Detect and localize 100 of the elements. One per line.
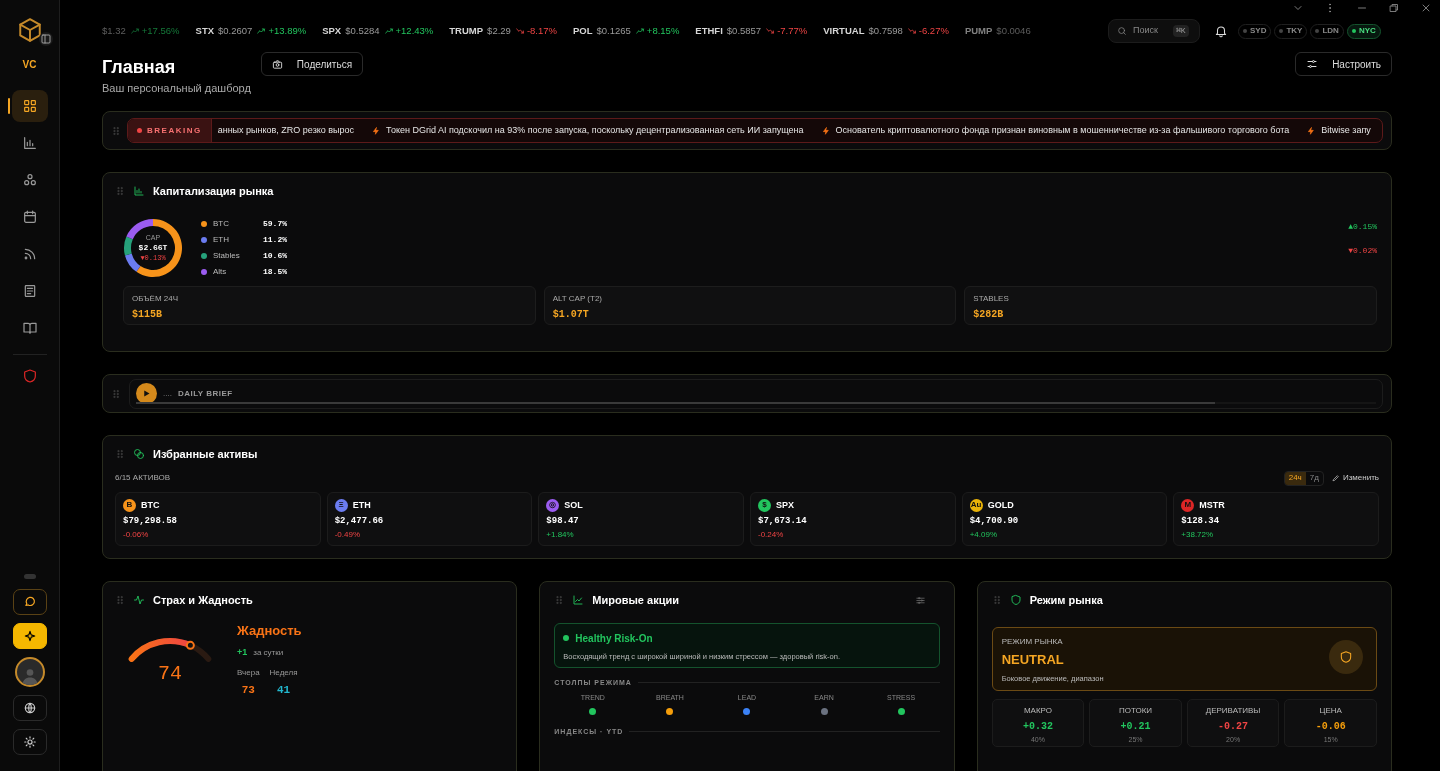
bell-icon[interactable]: [1214, 24, 1228, 38]
asset-card[interactable]: ◎ SOL $98.47 +1.84%: [538, 491, 744, 546]
asset-card[interactable]: Ξ ETH $2,477.66 -0.49%: [326, 491, 533, 546]
history-label: Неделя: [269, 666, 298, 679]
search-icon: [1117, 26, 1127, 36]
asset-badge: Ξ: [334, 498, 348, 512]
ticker-change: -6.27%: [918, 23, 949, 38]
headline-link[interactable]: анных рынков, ZRO резко вырос: [217, 123, 355, 138]
asset-card[interactable]: $ SPX $7,673.14 -0.24%: [750, 491, 956, 546]
dashboard-icon: [21, 98, 38, 114]
page-subtitle: Ваш персональный дашборд: [102, 81, 251, 96]
asset-card[interactable]: B BTC $79,298.58 -0.06%: [115, 491, 321, 546]
card-title: Избранные активы: [153, 447, 258, 462]
edit-button[interactable]: Изменить: [1331, 472, 1379, 484]
ticker-symbol[interactable]: ETHFI: [695, 23, 723, 39]
language-button[interactable]: [12, 695, 47, 721]
asset-card[interactable]: M MSTR $128.34 +38.72%: [1173, 491, 1379, 546]
metric-label: ЦЕНА: [1319, 704, 1342, 717]
asset-change: -0.06%: [123, 528, 150, 541]
trend-down-icon: [765, 27, 776, 35]
lightning-icon: [821, 125, 830, 136]
headline-link[interactable]: Bitwise запу: [1321, 123, 1371, 138]
metric-value: -0.27: [1218, 719, 1249, 734]
shortcut-key: ⌘K: [1173, 25, 1189, 37]
book-icon: [21, 320, 38, 336]
avatar-button[interactable]: [14, 657, 45, 687]
card-title: Режим рынка: [1029, 593, 1103, 608]
scroll-indicator: [23, 574, 36, 579]
ticker-price: $1.32: [102, 23, 126, 38]
shield-icon: [21, 368, 38, 384]
legend-label: Alts: [213, 265, 228, 278]
stat-label: STABLES: [973, 292, 1010, 305]
stat-value: $282B: [973, 307, 1005, 322]
ticker-symbol[interactable]: POL: [573, 23, 593, 39]
metric-label: ПОТОКИ: [1118, 704, 1153, 717]
delta-value: +1: [237, 646, 248, 659]
legend-label: BTC: [213, 217, 230, 230]
sun-icon: [22, 735, 37, 749]
gauge-thumb: [185, 640, 195, 650]
asset-change: +38.72%: [1181, 528, 1215, 541]
asset-price: $4,700.90: [969, 515, 1020, 528]
search-bar[interactable]: Поиск ⌘K: [1108, 19, 1200, 43]
history-value: 73: [241, 682, 255, 698]
asset-symbol: MSTR: [1199, 498, 1225, 512]
headline-link[interactable]: Основатель криптовалютного фонда признан виновным в мошенничестве из-за фальшивого торгового бота: [835, 123, 1290, 138]
ticker-symbol[interactable]: PUMP: [964, 23, 993, 39]
card-title: Мировые акции: [592, 593, 679, 608]
customize-button[interactable]: Настроить: [1295, 52, 1392, 76]
theme-button[interactable]: [12, 729, 47, 755]
legend-value: 10.6%: [263, 249, 287, 262]
headline-link[interactable]: Токен DGrid AI подскочил на 93% после запуска, поскольку децентрализованная сеть ИИ запущена: [386, 123, 804, 138]
asset-badge: Au: [969, 498, 983, 512]
camera-icon: [271, 58, 283, 70]
assistant-button[interactable]: [12, 623, 47, 649]
globe-icon: [22, 701, 37, 715]
metric-value: -0.06: [1315, 719, 1346, 734]
lightning-icon: [1307, 125, 1316, 136]
session-chip[interactable]: NYC: [1346, 23, 1381, 39]
period-tab[interactable]: 24ч: [1284, 471, 1306, 485]
regime-label: РЕЖИМ РЫНКА: [1001, 635, 1064, 648]
chat-button[interactable]: [12, 589, 47, 615]
restore-icon[interactable]: [1388, 2, 1400, 14]
asset-price: $79,298.58: [123, 515, 178, 528]
page-title: Главная: [102, 56, 177, 78]
ticker-symbol[interactable]: TRUMP: [449, 23, 484, 39]
metric-label: ДЕРИВАТИВЫ: [1205, 704, 1261, 717]
stat-label: ALT CAP (T2): [552, 292, 603, 305]
asset-symbol: GOLD: [987, 498, 1014, 512]
pulse-icon: [133, 594, 145, 607]
asset-count: 6/15 АКТИВОВ: [115, 472, 171, 484]
asset-price: $7,673.14: [758, 515, 808, 528]
ticker-symbol[interactable]: VIRTUAL: [823, 23, 865, 39]
sidebar-toggle-icon[interactable]: [38, 32, 53, 46]
ticker-price: $0.0046: [996, 23, 1031, 38]
sparkle-icon: [22, 629, 37, 643]
bar-chart-icon: [133, 185, 145, 198]
legend-value: 59.7%: [263, 217, 287, 230]
ticker-symbol[interactable]: STX: [195, 23, 215, 39]
chat-icon: [22, 595, 37, 609]
nav-button[interactable]: [11, 90, 48, 122]
asset-badge: B: [123, 498, 136, 512]
brief-label: DAILY BRIEF: [177, 387, 233, 400]
filter-icon[interactable]: [914, 594, 926, 606]
sentiment-label: Жадность: [237, 621, 302, 640]
trend-up-icon: [383, 27, 394, 35]
card-title: Капитализация рынка: [153, 184, 274, 199]
trend-up-icon: [129, 27, 140, 35]
trend-down-icon: [906, 27, 917, 35]
asset-symbol: BTC: [141, 498, 160, 512]
gauge-value: 74: [157, 660, 183, 687]
trend-up-icon: [256, 27, 267, 35]
search-input[interactable]: Поиск: [1133, 24, 1167, 38]
asset-card[interactable]: Au GOLD $4,700.90 +4.09%: [961, 491, 1168, 546]
play-button[interactable]: [136, 383, 157, 404]
asset-badge: $: [758, 498, 771, 512]
ticker-symbol[interactable]: SPX: [322, 23, 342, 39]
share-button[interactable]: Поделиться: [260, 52, 364, 76]
coins-icon: [133, 448, 145, 461]
period-tab[interactable]: 7д: [1305, 471, 1323, 485]
close-icon[interactable]: [1420, 2, 1432, 14]
